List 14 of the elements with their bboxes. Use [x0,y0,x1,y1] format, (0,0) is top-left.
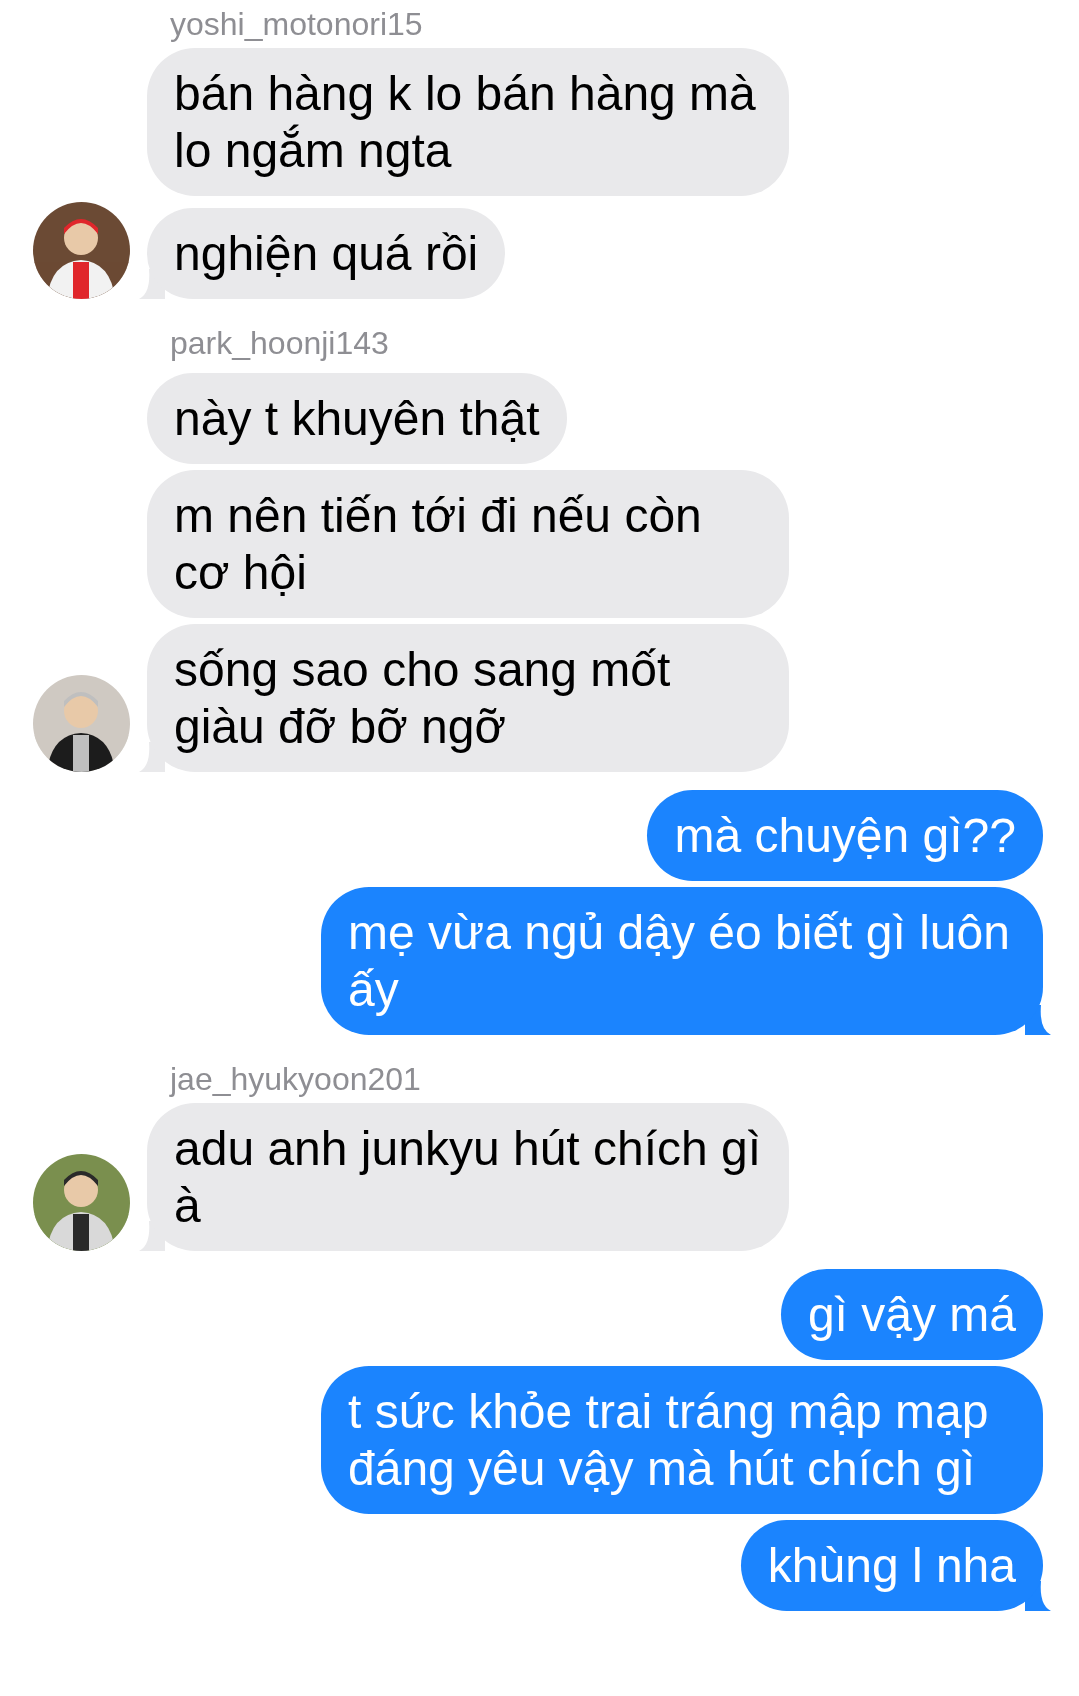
sender-name: park_hoonji143 [170,325,389,361]
message-bubble: này t khuyên thật [147,373,567,464]
message-bubble: m nên tiến tới đi nếu còn cơ hội [147,470,789,618]
message-bubble: khùng l nha [740,1520,1043,1611]
sender-name: jae_hyukyoon201 [170,1061,421,1097]
message-bubble: adu anh junkyu hút chích gì à [147,1103,789,1251]
message-bubble: gì vậy má [780,1269,1043,1360]
message-bubble: mà chuyện gì?? [647,790,1043,881]
message-bubble: mẹ vừa ngủ dậy éo biết gì luôn ấy [321,887,1043,1035]
message-bubble: bán hàng k lo bán hàng mà lo ngắm ngta [147,48,789,196]
sender-name: yoshi_motonori15 [170,6,423,42]
message-bubble: t sức khỏe trai tráng mập mạp đáng yêu vậy mà hút chích gì [321,1366,1043,1514]
message-bubble: sống sao cho sang mốt giàu đỡ bỡ ngỡ [147,624,789,772]
message-bubble: nghiện quá rồi [147,208,506,299]
